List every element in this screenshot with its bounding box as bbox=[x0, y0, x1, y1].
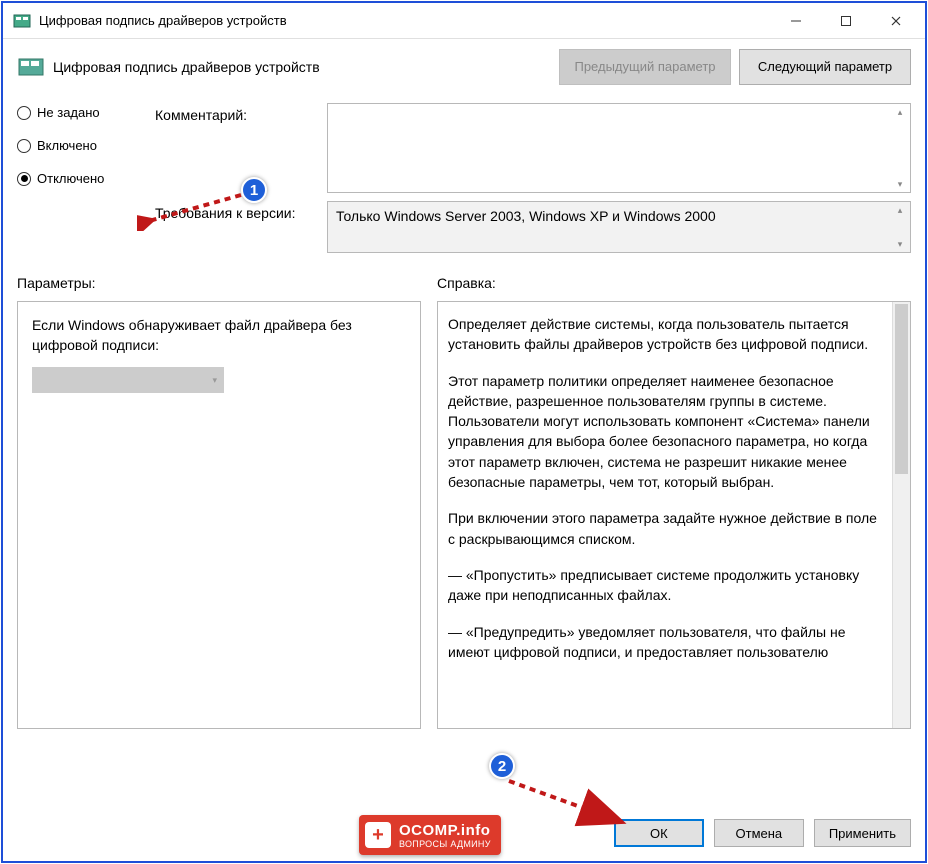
app-icon bbox=[13, 12, 31, 30]
radio-icon bbox=[17, 139, 31, 153]
minimize-button[interactable] bbox=[771, 3, 821, 39]
comment-label: Комментарий: bbox=[155, 103, 327, 123]
help-panel: Определяет действие системы, когда польз… bbox=[437, 301, 911, 729]
radio-not-configured[interactable]: Не задано bbox=[17, 105, 149, 120]
comment-textarea[interactable]: ▴▾ bbox=[327, 103, 911, 193]
scrollbar-thumb[interactable] bbox=[895, 304, 908, 474]
chevron-down-icon: ▾ bbox=[212, 375, 217, 386]
radio-label: Отключено bbox=[37, 171, 104, 186]
titlebar: Цифровая подпись драйверов устройств bbox=[3, 3, 925, 39]
radio-disabled[interactable]: Отключено bbox=[17, 171, 149, 186]
help-text: Определяет действие системы, когда польз… bbox=[438, 302, 892, 728]
action-dropdown: ▾ bbox=[32, 367, 224, 393]
apply-button[interactable]: Применить bbox=[814, 819, 911, 847]
annotation-badge-1: 1 bbox=[241, 177, 267, 203]
next-setting-button[interactable]: Следующий параметр bbox=[739, 49, 911, 85]
radio-label: Не задано bbox=[37, 105, 100, 120]
ok-button[interactable]: ОК bbox=[614, 819, 704, 847]
policy-title: Цифровая подпись драйверов устройств bbox=[53, 59, 551, 75]
radio-enabled[interactable]: Включено bbox=[17, 138, 149, 153]
version-label: Требования к версии: bbox=[155, 201, 327, 221]
params-section-label: Параметры: bbox=[17, 275, 437, 291]
version-box: Только Windows Server 2003, Windows XP и… bbox=[327, 201, 911, 253]
radio-icon bbox=[17, 172, 31, 186]
annotation-badge-2: 2 bbox=[489, 753, 515, 779]
params-text: Если Windows обнаруживает файл драйвера … bbox=[32, 316, 406, 355]
cancel-button[interactable]: Отмена bbox=[714, 819, 804, 847]
close-button[interactable] bbox=[871, 3, 921, 39]
version-text: Только Windows Server 2003, Windows XP и… bbox=[336, 208, 716, 224]
scrollbar[interactable]: ▴▾ bbox=[891, 203, 909, 251]
policy-icon bbox=[17, 53, 45, 81]
help-section-label: Справка: bbox=[437, 275, 496, 291]
help-scrollbar[interactable] bbox=[892, 302, 910, 728]
previous-setting-button: Предыдущий параметр bbox=[559, 49, 731, 85]
radio-icon bbox=[17, 106, 31, 120]
maximize-button[interactable] bbox=[821, 3, 871, 39]
window-title: Цифровая подпись драйверов устройств bbox=[39, 13, 771, 28]
scrollbar[interactable]: ▴▾ bbox=[891, 105, 909, 191]
radio-label: Включено bbox=[37, 138, 97, 153]
params-panel: Если Windows обнаруживает файл драйвера … bbox=[17, 301, 421, 729]
